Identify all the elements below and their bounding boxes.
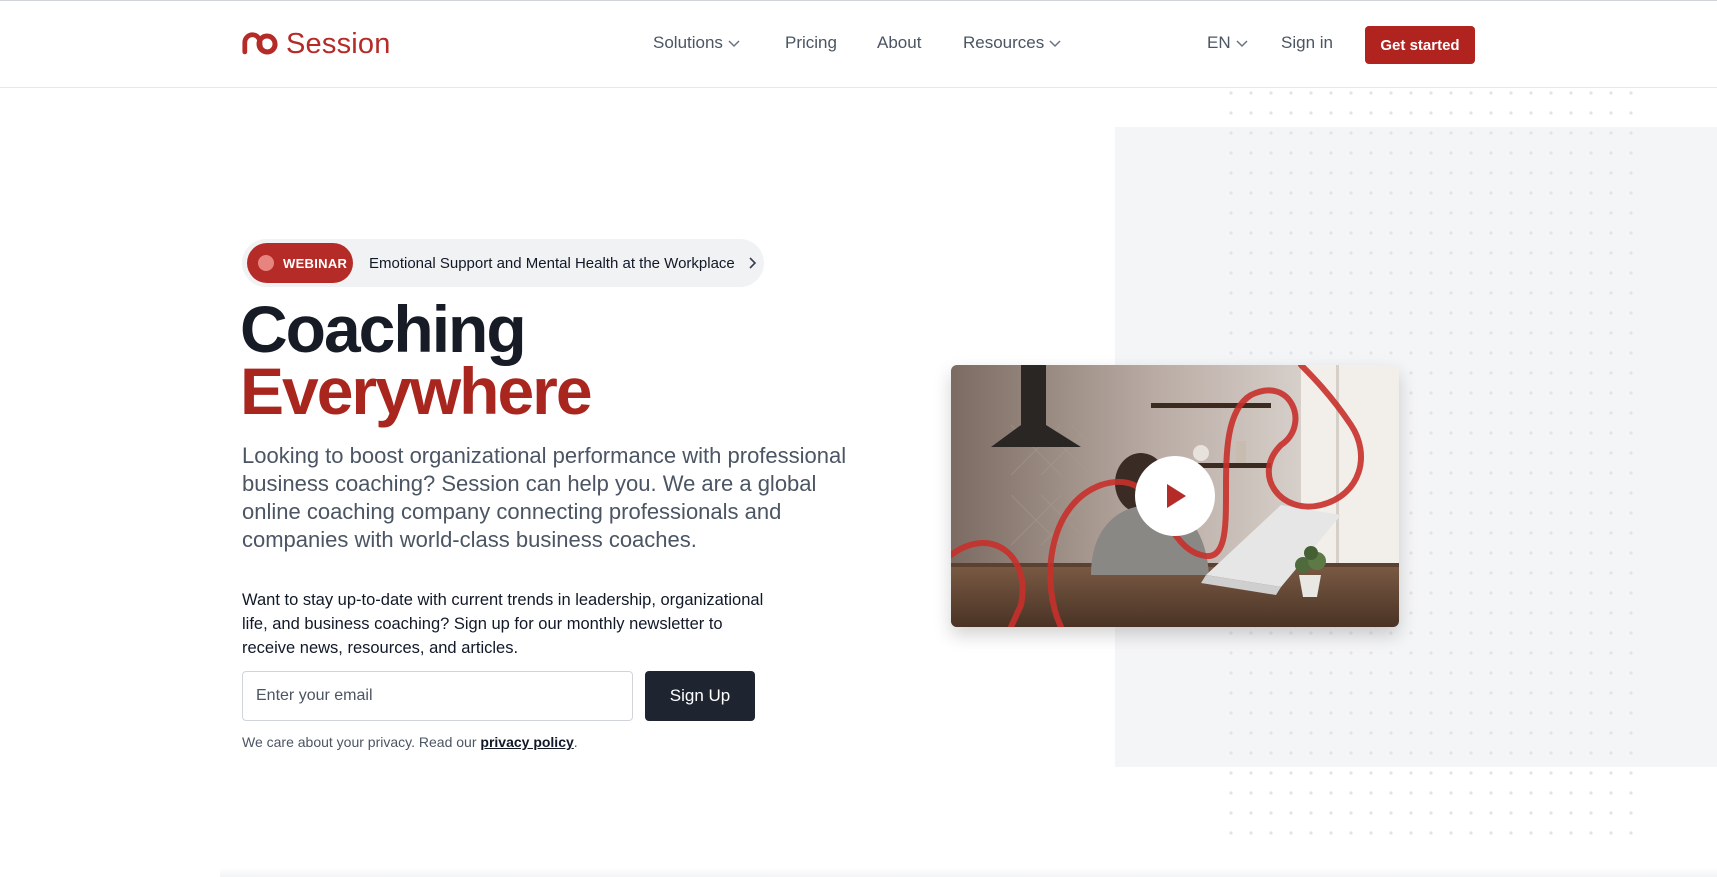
privacy-suffix: .	[573, 734, 578, 750]
hero-heading-line2: Everywhere	[240, 354, 593, 428]
nav-resources[interactable]: Resources	[963, 33, 1062, 53]
sign-in-link[interactable]: Sign in	[1281, 33, 1333, 53]
nav-pricing[interactable]: Pricing	[785, 33, 837, 53]
nav-about[interactable]: About	[877, 33, 921, 53]
nav-solutions[interactable]: Solutions	[653, 33, 741, 53]
logo-text: Session	[286, 28, 391, 60]
webinar-dot-icon	[258, 255, 274, 271]
get-started-button[interactable]: Get started	[1365, 26, 1475, 64]
logo-link[interactable]: Session	[242, 29, 391, 59]
video-thumbnail[interactable]	[951, 365, 1399, 627]
nav-solutions-label: Solutions	[653, 33, 723, 52]
sign-in-label: Sign in	[1281, 33, 1333, 52]
site-header: Session Solutions Pricing About Resource…	[0, 0, 1717, 88]
play-button[interactable]	[1135, 456, 1215, 536]
nav-about-label: About	[877, 33, 922, 52]
hero-lead-text: Looking to boost organizational performa…	[242, 443, 847, 552]
chevron-right-icon	[749, 257, 756, 269]
privacy-prefix: We care about your privacy. Read our	[242, 734, 481, 750]
webinar-tag: WEBINAR	[247, 243, 353, 283]
play-icon	[1167, 484, 1186, 508]
session-logo-icon	[242, 32, 278, 55]
sign-up-button[interactable]: Sign Up	[645, 671, 755, 721]
privacy-note: We care about your privacy. Read our pri…	[242, 734, 578, 750]
language-selector[interactable]: EN	[1207, 33, 1249, 53]
hero-heading-line1: Coaching	[240, 292, 527, 366]
privacy-policy-link[interactable]: privacy policy	[480, 734, 573, 750]
nav-resources-label: Resources	[963, 33, 1045, 52]
nav-pricing-label: Pricing	[785, 33, 837, 52]
chevron-down-icon	[1049, 40, 1061, 48]
section-divider	[220, 868, 1717, 877]
chevron-down-icon	[1236, 40, 1248, 48]
chevron-down-icon	[728, 40, 740, 48]
webinar-announcement[interactable]: WEBINAR Emotional Support and Mental Hea…	[242, 239, 764, 287]
webinar-tag-label: WEBINAR	[283, 255, 348, 271]
webinar-title: Emotional Support and Mental Health at t…	[369, 254, 735, 272]
hero-heading: Coaching Everywhere	[240, 292, 593, 428]
email-input[interactable]	[242, 671, 633, 721]
newsletter-text: Want to stay up-to-date with current tre…	[242, 591, 764, 657]
language-label: EN	[1207, 33, 1231, 52]
